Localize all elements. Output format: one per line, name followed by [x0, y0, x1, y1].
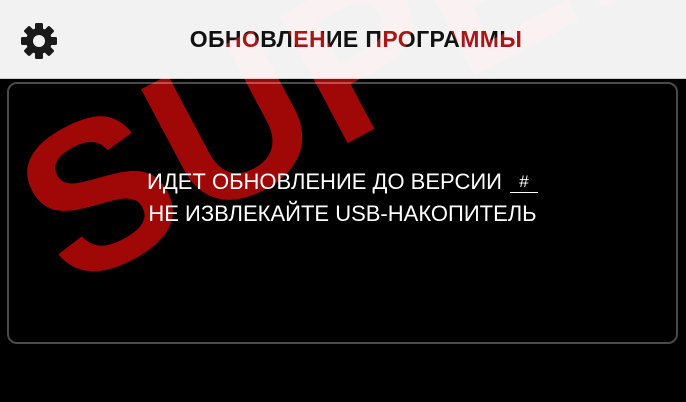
header-bar: ОБНОВЛЕНИЕ ПРОГРАММЫ — [0, 0, 686, 79]
usb-warning-message: НЕ ИЗВЛЕКАЙТЕ USB-НАКОПИТЕЛЬ — [148, 201, 537, 226]
version-number: # — [509, 172, 538, 193]
message-panel: ИДЕТ ОБНОВЛЕНИЕ ДО ВЕРСИИ # НЕ ИЗВЛЕКАЙТЕ… — [7, 82, 678, 344]
page-title: ОБНОВЛЕНИЕ ПРОГРАММЫ — [189, 26, 523, 52]
update-message-text: ИДЕТ ОБНОВЛЕНИЕ ДО ВЕРСИИ — [147, 169, 502, 194]
update-screen: ОБНОВЛЕНИЕ ПРОГРАММЫ ИДЕТ ОБНОВЛЕНИЕ ДО … — [0, 0, 686, 402]
update-progress-message: ИДЕТ ОБНОВЛЕНИЕ ДО ВЕРСИИ # — [9, 169, 676, 195]
